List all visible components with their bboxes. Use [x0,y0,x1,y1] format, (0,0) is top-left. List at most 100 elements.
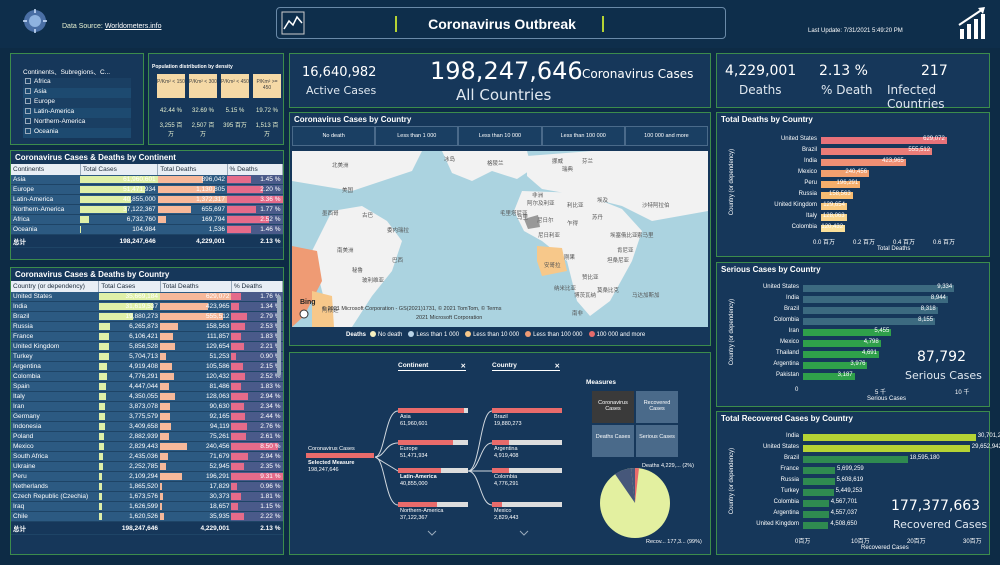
table-cell: 5,704,713 [98,351,160,362]
measure-button[interactable]: Coronavirus Cases [592,391,634,423]
tree-node-bar-bg[interactable] [492,502,562,507]
table-row[interactable]: Peru 2,109,294 196,291 9.31 % [11,471,283,482]
decomposition-panel: Continent ✕ Country ✕ Coronavirus Cases Se… [289,352,711,555]
measure-button[interactable]: Recovered Cases [636,391,678,423]
table-row[interactable]: Iran 3,873,078 90,630 2.34 % [11,401,283,412]
bar[interactable] [803,478,835,485]
table-row[interactable]: Netherlands 1,865,520 17,829 0.96 % [11,481,283,492]
table-row[interactable]: India 31,619,537 423,965 1.34 % [11,301,283,312]
bar[interactable] [803,489,834,496]
column-header[interactable]: Continents [11,164,81,175]
column-header[interactable]: % Deaths [231,281,283,292]
tree-node-bar [492,502,502,507]
checkbox-icon[interactable] [25,98,31,105]
table-cell: 17,829 [160,481,232,492]
checkbox-icon[interactable] [25,108,31,115]
data-bar [98,403,106,410]
filter-item[interactable]: Asia [23,88,131,98]
table-cell: 158,563 [160,321,232,332]
bar[interactable] [803,522,829,529]
bar[interactable] [803,445,970,452]
bar-value: 128,063 [822,213,845,219]
map-filter-button[interactable]: Less than 10 000 [458,126,542,146]
table-row[interactable]: Russia 6,265,873 158,563 2.53 % [11,321,283,332]
map-filter-button[interactable]: No death [292,126,376,146]
table-row[interactable]: United States 35,669,184 629,072 1.76 % [11,292,283,302]
density-header[interactable]: P/Km² >= 450 [253,74,281,98]
cell-value: 896,042 [201,176,226,183]
column-header[interactable]: Total Cases [80,164,159,175]
filter-item[interactable]: Africa [23,78,131,88]
checkbox-icon[interactable] [25,88,31,95]
table-row[interactable]: Europe 51,471,934 1,130,805 2.20 % [11,184,283,195]
filter-item[interactable]: Northern-America [23,118,131,128]
checkbox-icon[interactable] [25,128,31,135]
map-filter-button[interactable]: Less than 1 000 [375,126,459,146]
bar[interactable] [803,434,976,441]
data-source-link[interactable]: Worldometers.info [105,23,162,30]
measure-button[interactable]: Serious Cases [636,425,678,457]
table-row[interactable]: South Africa 2,435,036 71,679 2.94 % [11,451,283,462]
column-header[interactable]: % Deaths [227,164,284,175]
bar[interactable] [803,511,829,518]
table-row[interactable]: Spain 4,447,044 81,486 1.83 % [11,381,283,392]
map-label: 巴西 [392,258,404,264]
density-header[interactable]: P/Km² < 300 [189,74,217,98]
density-header[interactable]: P/Km² < 150 [157,74,185,98]
cell-value: 423,965 [205,303,230,310]
measure-button[interactable]: Deaths Cases [592,425,634,457]
table-row[interactable]: France 6,106,421 111,857 1.83 % [11,331,283,342]
table-row[interactable]: Argentina 4,919,408 105,586 2.15 % [11,361,283,372]
tree-root-bar[interactable] [306,453,374,458]
column-header[interactable]: Country (or dependency) [11,281,100,292]
map-filter-button[interactable]: 100 000 and more [624,126,709,146]
table-row[interactable]: Northern-America 37,122,367 655,697 1.77 % [11,204,283,215]
filter-item[interactable]: Europe [23,98,131,108]
cell-value: 30,373 [209,493,230,500]
table-row[interactable]: Asia 61,960,601 896,042 1.45 % [11,175,283,185]
table-row[interactable]: Oceania 104,984 1,536 1.46 % [11,224,283,235]
table-row[interactable]: Germany 3,775,579 92,165 2.44 % [11,411,283,422]
row-name: Europe [11,184,81,195]
table-row[interactable]: Latin-America 40,855,000 1,372,317 3.36 % [11,194,283,205]
column-header[interactable]: Total Cases [98,281,161,292]
data-bar [160,353,166,360]
legend-item[interactable]: Less than 1 000 [408,331,459,338]
map-canvas[interactable]: 格陵兰 冰岛 挪威 瑞典 芬兰 北美洲 美国 墨西哥 古巴 委内瑞拉 秘鲁 巴西 南美洲 玻利维亚 阿根廷非… [292,151,708,327]
data-bar [98,453,103,460]
table-scrollbar[interactable] [277,296,281,376]
table-row[interactable]: Chile 1,620,526 35,935 2.22 % [11,511,283,522]
table-row[interactable]: Czech Republic (Czechia) 1,673,576 30,373 1… [11,491,283,502]
table-row[interactable]: Brazil 19,880,273 555,512 2.79 % [11,311,283,322]
filter-item[interactable]: Oceania [23,128,131,138]
table-row[interactable]: Indonesia 3,409,658 94,119 2.76 % [11,421,283,432]
bar[interactable] [803,467,836,474]
table-cell: 5,856,528 [98,341,160,352]
table-cell: 2.79 % [231,311,283,322]
map-filter-button[interactable]: Less than 100 000 [541,126,625,146]
checkbox-icon[interactable] [25,78,31,85]
table-row[interactable]: Ukraine 2,252,785 52,945 2.35 % [11,461,283,472]
table-row[interactable]: Iraq 1,626,599 18,657 1.15 % [11,501,283,512]
table-row[interactable]: Africa 6,732,760 169,794 2.52 % [11,214,283,225]
table-row[interactable]: United Kingdom 5,856,528 129,654 2.21 % [11,341,283,352]
filter-item[interactable]: Latin-America [23,108,131,118]
bar[interactable] [803,500,829,507]
column-header[interactable]: Total Deaths [160,281,232,292]
data-bar [157,206,191,213]
table-row[interactable]: Poland 2,882,939 75,261 2.61 % [11,431,283,442]
bar[interactable] [803,456,908,463]
measures-title: Measures [586,379,616,386]
map-label: 索马里 [637,233,654,239]
density-header[interactable]: P/Km² < 450 [221,74,249,98]
legend-item[interactable]: No death [370,331,402,338]
table-row[interactable]: Colombia 4,776,291 120,432 2.52 % [11,371,283,382]
table-row[interactable]: Turkey 5,704,713 51,253 0.90 % [11,351,283,362]
legend-item[interactable]: Less than 10 000 [465,331,519,338]
column-header[interactable]: Total Deaths [157,164,228,175]
table-row[interactable]: Mexico 2,829,443 240,456 8.50 % [11,441,283,452]
legend-item[interactable]: 100 000 and more [588,331,645,338]
table-row[interactable]: Italy 4,350,055 128,063 2.94 % [11,391,283,402]
checkbox-icon[interactable] [25,118,31,125]
legend-item[interactable]: Less than 100 000 [525,331,583,338]
